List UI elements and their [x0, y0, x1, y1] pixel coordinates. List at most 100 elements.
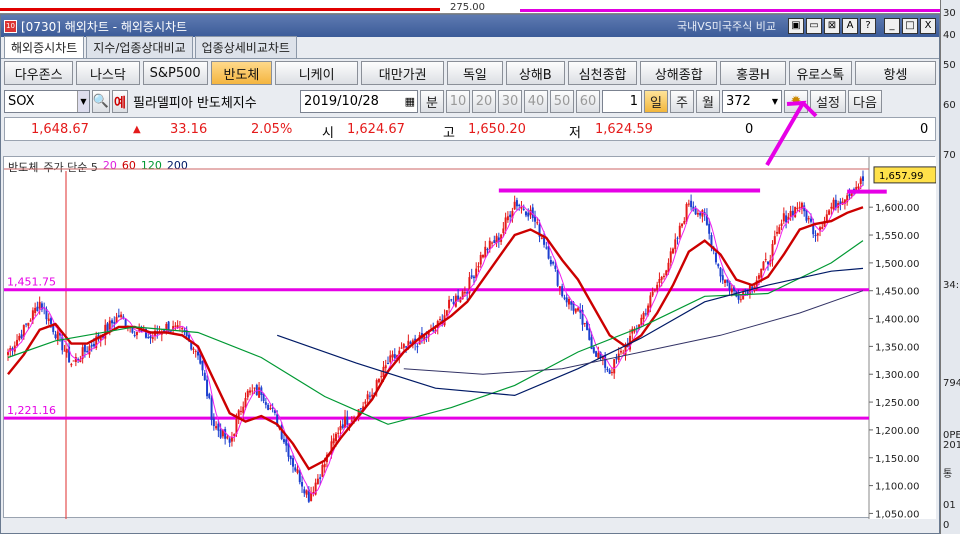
- candle-body: [321, 464, 324, 477]
- market-button-4[interactable]: 니케이: [275, 61, 359, 85]
- candle-body: [29, 320, 32, 322]
- candle-body: [47, 318, 50, 321]
- ma120-line: [277, 267, 864, 397]
- next-button[interactable]: 다음: [848, 89, 882, 113]
- minute-option-30[interactable]: 30: [498, 89, 522, 113]
- gear-icon[interactable]: ✹: [784, 89, 808, 113]
- candle-body: [92, 343, 95, 347]
- settings-button[interactable]: 설정: [810, 89, 846, 113]
- market-button-1[interactable]: 나스닥: [76, 61, 140, 85]
- market-button-9[interactable]: 상해종합: [640, 61, 718, 85]
- calendar-icon[interactable]: ▦: [405, 95, 415, 108]
- tab-overseas-chart[interactable]: 해외증시차트: [4, 36, 85, 58]
- minute-option-60[interactable]: 60: [576, 89, 600, 113]
- minute-option-50[interactable]: 50: [550, 89, 574, 113]
- candle-body: [319, 477, 322, 479]
- y-tick-label: 1,450.00: [875, 287, 920, 298]
- candle-body: [556, 269, 559, 286]
- candle-body: [488, 240, 491, 250]
- candlestick-chart[interactable]: 1,600.00 1,550.00 1,500.00 1,450.00 1,400.00…: [4, 157, 936, 519]
- market-button-2[interactable]: S&P500: [142, 61, 208, 85]
- current-price-label: 1,657.99: [879, 171, 924, 182]
- market-button-0[interactable]: 다우존스: [4, 61, 74, 85]
- candle-body: [644, 313, 647, 315]
- minute-button[interactable]: 분: [420, 89, 444, 113]
- title-button-6[interactable]: □: [902, 18, 918, 34]
- market-button-11[interactable]: 유로스톡: [788, 61, 852, 85]
- minute-option-20[interactable]: 20: [472, 89, 496, 113]
- market-button-6[interactable]: 독일: [447, 61, 503, 85]
- tab-index-compare[interactable]: 지수/업종상대비교: [86, 36, 193, 58]
- candle-body: [577, 308, 579, 311]
- day-button[interactable]: 일: [644, 89, 668, 113]
- candle-body: [683, 221, 686, 224]
- tab-sector-compare[interactable]: 업종상세비교차트: [194, 36, 297, 58]
- candle-body: [592, 347, 595, 353]
- market-button-3[interactable]: 반도체: [210, 61, 273, 85]
- candle-body: [215, 426, 218, 429]
- y-tick-label: 1,250.00: [875, 398, 920, 409]
- minute-option-10[interactable]: 10: [446, 89, 470, 113]
- candle-body: [339, 426, 342, 431]
- title-button-3[interactable]: A: [842, 18, 858, 34]
- high-value: 1,650.20: [468, 122, 526, 137]
- price-chart[interactable]: 반도체 주가 단순 5 20 60 120 200 1,600.00 1,550.00 1,5…: [3, 156, 936, 519]
- candle-body: [206, 379, 209, 397]
- candle-body: [197, 351, 199, 356]
- title-button-5[interactable]: _: [884, 18, 900, 34]
- market-button-10[interactable]: 홍콩H: [720, 61, 786, 85]
- tab-strip: 해외증시차트 지수/업종상대비교 업종상세비교차트: [1, 36, 939, 59]
- market-button-5[interactable]: 대만가권: [361, 61, 445, 85]
- candle-body: [255, 384, 258, 396]
- month-button[interactable]: 월: [696, 89, 720, 113]
- search-icon[interactable]: 🔍: [92, 89, 110, 113]
- candle-body: [502, 228, 505, 234]
- y-tick-label: 1,100.00: [875, 482, 920, 493]
- count-value: 372: [726, 93, 751, 109]
- symbol-dropdown-icon[interactable]: ▼: [77, 90, 89, 112]
- date-field[interactable]: 2019/10/28 ▦: [300, 89, 418, 113]
- title-button-1[interactable]: ▭: [806, 18, 822, 34]
- count-dropdown-icon[interactable]: ▼: [769, 97, 781, 106]
- title-button-2[interactable]: ⊠: [824, 18, 840, 34]
- candle-body: [708, 223, 711, 234]
- candle-body: [482, 255, 484, 258]
- candle-body: [606, 368, 609, 371]
- y-tick-label: 1,200.00: [875, 426, 920, 437]
- candle-body: [36, 306, 39, 312]
- title-bar[interactable]: 10 [0730] 해외차트 - 해외증시차트 국내VS미국주식 비교 ▣ ▭ ⊠ A…: [1, 15, 939, 37]
- multiplier-field[interactable]: 1: [602, 89, 642, 113]
- week-button[interactable]: 주: [670, 89, 694, 113]
- right-window-text: 70: [943, 150, 956, 161]
- title-button-4[interactable]: ?: [860, 18, 876, 34]
- count-field[interactable]: 372 ▼: [722, 89, 782, 113]
- candle-body: [567, 299, 570, 305]
- market-button-8[interactable]: 심천종합: [567, 61, 638, 85]
- symbol-input[interactable]: SOX ▼: [4, 89, 90, 113]
- candle-body: [681, 223, 684, 227]
- right-window-text: 50: [943, 60, 956, 71]
- candle-body: [794, 206, 797, 218]
- title-button-7[interactable]: X: [920, 18, 936, 34]
- candle-body: [583, 323, 586, 325]
- candle-body: [52, 326, 55, 333]
- candle-body: [20, 334, 23, 339]
- candle-body: [208, 393, 211, 399]
- new-window-icon[interactable]: 예: [112, 89, 128, 113]
- compare-link[interactable]: 국내VS미국주식 비교: [677, 18, 776, 34]
- open-label: 시: [322, 126, 334, 141]
- candle-body: [16, 339, 19, 346]
- title-button-0[interactable]: ▣: [788, 18, 804, 34]
- candle-body: [384, 365, 387, 369]
- candle-body: [656, 284, 659, 290]
- market-button-12[interactable]: 항셍: [854, 61, 936, 85]
- candle-body: [108, 320, 111, 330]
- candle-body: [701, 210, 704, 217]
- minute-option-40[interactable]: 40: [524, 89, 548, 113]
- market-button-7[interactable]: 상해B: [505, 61, 565, 85]
- candle-body: [387, 362, 389, 364]
- candle-body: [294, 467, 297, 471]
- candle-body: [660, 277, 663, 280]
- candle-body: [509, 214, 512, 218]
- control-row: SOX ▼ 🔍 예 필라델피아 반도체지수 2019/10/28 ▦ 분 10 20 3…: [1, 87, 939, 115]
